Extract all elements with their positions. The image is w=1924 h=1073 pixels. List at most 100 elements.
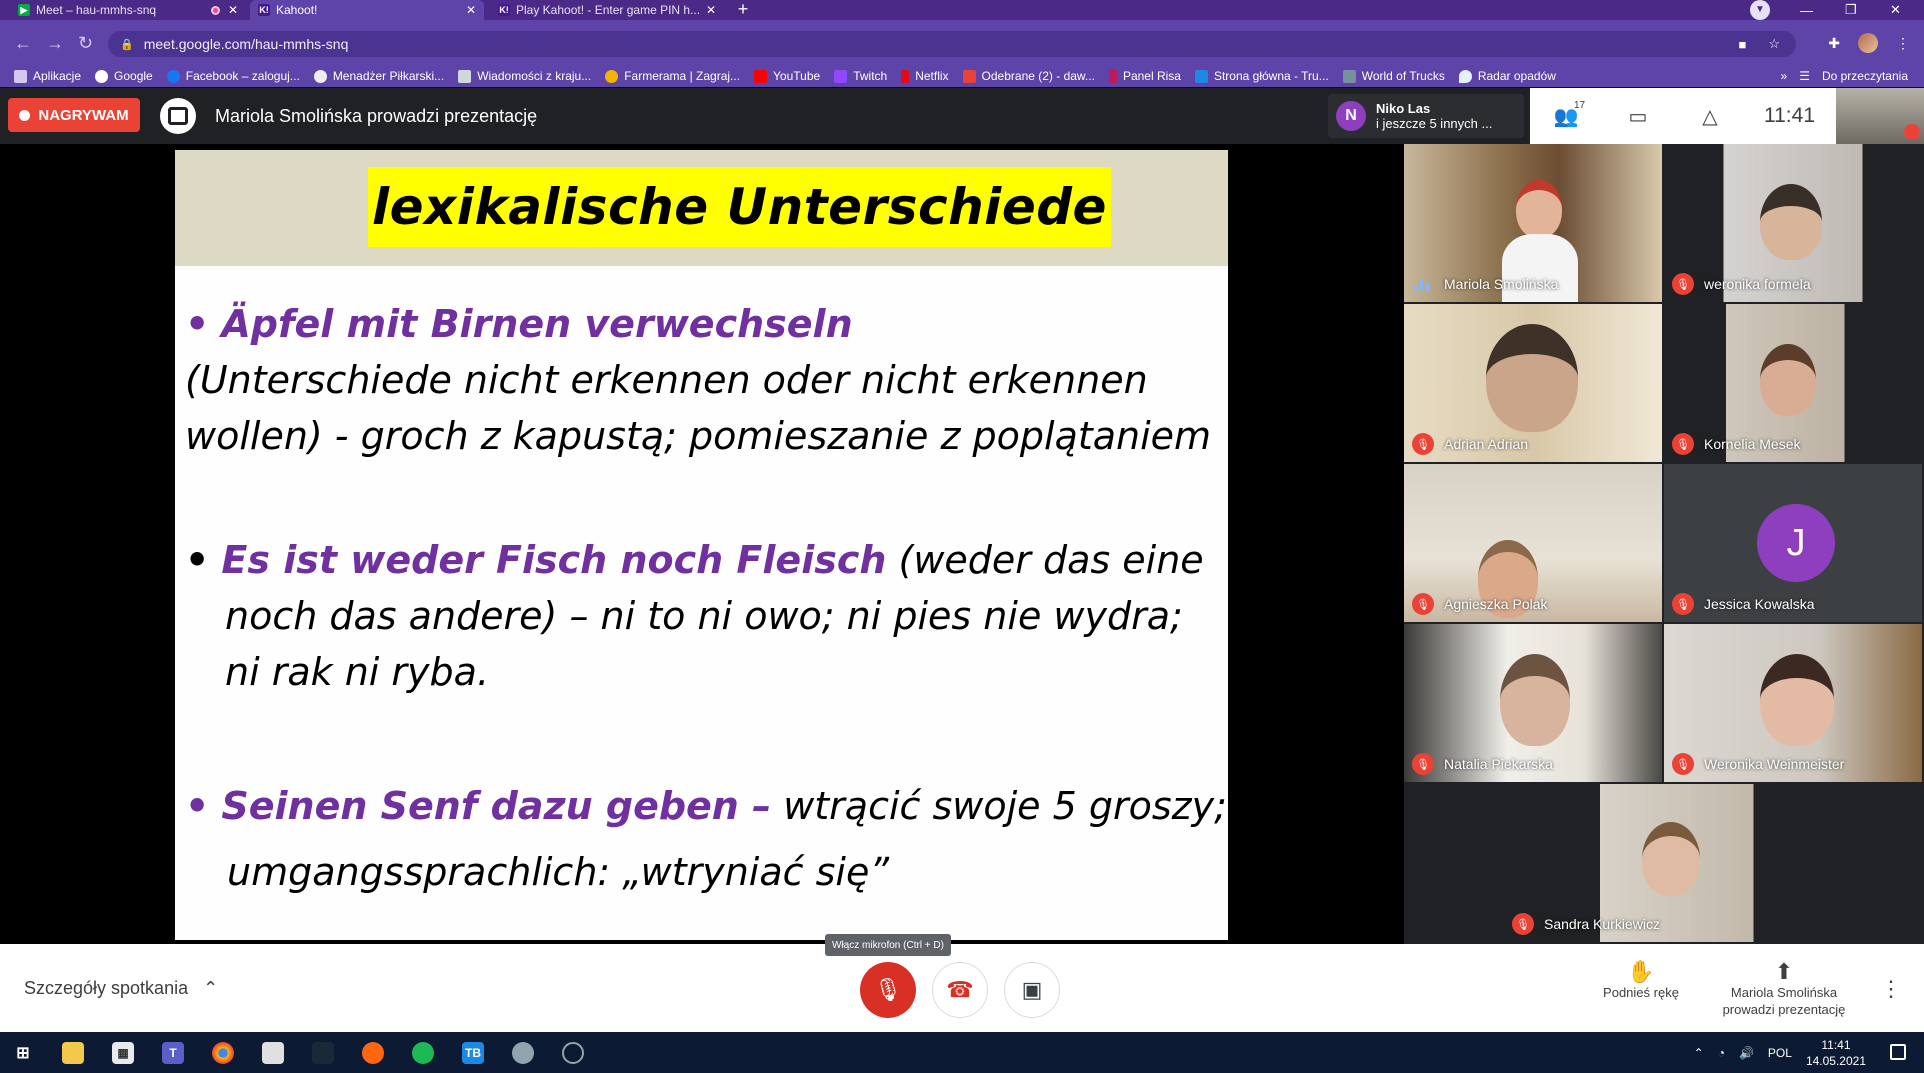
bookmark-truckers[interactable]: Strona główna - Tru...	[1194, 69, 1329, 83]
people-button[interactable]: 👥 17	[1530, 100, 1602, 129]
facebook-icon	[166, 69, 180, 83]
profile-avatar[interactable]	[1858, 33, 1878, 53]
close-window-icon[interactable]: ✕	[1890, 0, 1901, 20]
new-tab-button[interactable]: +	[730, 0, 756, 20]
participant-tile[interactable]: J 🎙 Jessica Kowalska	[1664, 464, 1922, 622]
slide-item-1-term-line: • Äpfel mit Birnen verwechseln	[185, 296, 853, 352]
url-text: meet.google.com/hau-mmhs-snq	[143, 36, 349, 52]
bookmark-menadzer[interactable]: Menadżer Piłkarski...	[313, 69, 444, 83]
lock-icon: 🔒	[120, 38, 134, 51]
bookmark-twitch[interactable]: Twitch	[834, 69, 887, 83]
self-view-thumbnail[interactable]	[1836, 88, 1924, 144]
bookmark-youtube[interactable]: YouTube	[754, 69, 820, 83]
participant-tile[interactable]: 🎙 weronika formela	[1664, 144, 1922, 302]
presenting-button[interactable]: ⬆ Mariola Smolińska prowadzi prezentację	[1704, 960, 1864, 1018]
minimize-window-icon[interactable]: —	[1800, 0, 1813, 20]
raise-hand-button[interactable]: ✋ Podnieś rękę	[1596, 960, 1686, 1001]
url-bar[interactable]: 🔒 meet.google.com/hau-mmhs-snq ■ ☆	[108, 31, 1796, 57]
bookmark-farmerama[interactable]: Farmerama | Zagraj...	[605, 69, 740, 83]
raindrop-icon	[1458, 69, 1472, 83]
chat-button[interactable]: ▭	[1602, 104, 1674, 129]
slide-item-3-term: Seinen Senf dazu geben –	[221, 784, 772, 828]
steam-icon[interactable]	[312, 1041, 334, 1064]
slide-title: lexikalische Unterschiede	[368, 167, 1111, 247]
mic-off-icon: 🎙	[874, 977, 902, 1002]
news-icon	[458, 69, 472, 83]
back-icon[interactable]: ←	[14, 34, 32, 52]
origin-icon[interactable]	[362, 1041, 384, 1064]
meeting-controls-bar: Szczegóły spotkania ⌃ 🎙 ☎ ▣ ✋ Podnieś rę…	[0, 944, 1924, 1032]
more-options-icon[interactable]: ⋮	[1880, 976, 1902, 1002]
tb-icon[interactable]: TB	[462, 1041, 484, 1064]
notifications-icon[interactable]	[1890, 1044, 1906, 1060]
language-indicator[interactable]: POL	[1768, 1046, 1792, 1060]
bookmark-panel-risa[interactable]: Panel Risa	[1108, 69, 1181, 83]
participant-tile[interactable]: 🎙 Agnieszka Polak	[1404, 464, 1662, 622]
close-tab-icon[interactable]: ✕	[706, 3, 716, 17]
restore-window-icon[interactable]: ❐	[1845, 0, 1857, 20]
extensions-icon[interactable]: ✚	[1828, 35, 1840, 52]
close-tab-icon[interactable]: ✕	[228, 3, 238, 17]
chrome-icon[interactable]	[212, 1041, 234, 1064]
clock-date[interactable]: 11:41 14.05.2021	[1806, 1037, 1866, 1069]
meeting-details-button[interactable]: Szczegóły spotkania ⌃	[24, 978, 218, 999]
more-bookmarks-icon[interactable]: »	[1781, 69, 1788, 83]
bookmarks-bar: Aplikacje Google Facebook – zaloguj... M…	[0, 65, 1924, 87]
camera-icon: ▣	[1021, 977, 1043, 1002]
recording-indicator-icon	[211, 5, 220, 15]
speaking-indicator-icon	[1414, 279, 1432, 291]
bookmark-google[interactable]: Google	[95, 69, 153, 83]
profile-dropdown-icon[interactable]: ▼	[1750, 0, 1770, 20]
activities-button[interactable]: △	[1674, 104, 1746, 129]
browser-menu-icon[interactable]: ⋮	[1896, 35, 1910, 52]
close-tab-icon[interactable]: ✕	[466, 3, 476, 17]
leave-call-button[interactable]: ☎	[932, 962, 988, 1018]
record-dot-icon	[19, 109, 31, 121]
microphone-button[interactable]: 🎙	[860, 962, 916, 1018]
bookmark-gmail[interactable]: Odebrane (2) - daw...	[962, 69, 1095, 83]
obs-icon[interactable]	[562, 1041, 584, 1064]
participant-tile[interactable]: 🎙 Sandra Kurkiewicz	[1504, 784, 1824, 942]
bookmark-apps[interactable]: Aplikacje	[14, 69, 81, 83]
game-icon[interactable]	[512, 1041, 534, 1064]
store-icon[interactable]: ▦	[112, 1041, 134, 1064]
windows-start-icon[interactable]: ⊞	[12, 1042, 34, 1064]
muted-mic-icon: 🎙	[1412, 753, 1434, 775]
join-notification[interactable]: N Niko Las i jeszcze 5 innych ...	[1328, 94, 1524, 138]
participant-tile[interactable]: Mariola Smolińska	[1404, 144, 1662, 302]
muted-mic-icon: 🎙	[1672, 753, 1694, 775]
app-icon[interactable]	[262, 1041, 284, 1064]
tab-meet[interactable]: ▶ Meet – hau-mmhs-snq ✕	[10, 0, 246, 20]
bullet-icon: •	[185, 784, 210, 828]
bookmark-star-icon[interactable]: ☆	[1768, 36, 1780, 52]
reload-icon[interactable]: ↻	[78, 34, 93, 52]
tab-play-kahoot[interactable]: K! Play Kahoot! - Enter game PIN h... ✕	[490, 0, 724, 20]
presenter-banner: Mariola Smolińska prowadzi prezentację	[215, 106, 538, 126]
teams-icon[interactable]: T	[162, 1041, 184, 1064]
bookmark-radar[interactable]: Radar opadów	[1458, 69, 1556, 83]
camera-in-use-icon[interactable]: ■	[1738, 37, 1746, 52]
spotify-icon[interactable]	[412, 1041, 434, 1064]
meet-actions-panel: 👥 17 ▭ △ 11:41	[1530, 88, 1836, 144]
gmail-icon	[962, 69, 976, 83]
participant-tile[interactable]: 🎙 Kornelia Mesek	[1664, 304, 1922, 462]
bookmark-netflix[interactable]: Netflix	[901, 69, 949, 83]
volume-icon[interactable]: 🔊	[1739, 1046, 1754, 1060]
camera-button[interactable]: ▣	[1004, 962, 1060, 1018]
participant-tile[interactable]: 🎙 Adrian Adrian	[1404, 304, 1662, 462]
participant-tile[interactable]: 🎙 Natalia Piekarska	[1404, 624, 1662, 782]
tab-kahoot[interactable]: K! Kahoot! ✕	[250, 0, 484, 20]
slide-item-3-term-line: • Seinen Senf dazu geben – wtrącić swoje…	[185, 778, 1227, 834]
forward-icon[interactable]: →	[46, 34, 64, 52]
tray-chevron-icon[interactable]: ⌃	[1694, 1046, 1704, 1060]
bookmark-facebook[interactable]: Facebook – zaloguj...	[166, 69, 300, 83]
file-explorer-icon[interactable]	[62, 1041, 84, 1064]
muted-mic-icon: 🎙	[1672, 593, 1694, 615]
participant-tile[interactable]: 🎙 Weronika Weinmeister	[1664, 624, 1922, 782]
participant-name: weronika formela	[1704, 276, 1811, 292]
reading-list-button[interactable]: Do przeczytania	[1822, 69, 1908, 83]
bookmark-wiadomosci[interactable]: Wiadomości z kraju...	[458, 69, 591, 83]
recording-badge[interactable]: NAGRYWAM	[8, 98, 140, 132]
wifi-icon[interactable]: ◔	[1718, 1046, 1725, 1060]
bookmark-world-of-trucks[interactable]: World of Trucks	[1342, 69, 1445, 83]
